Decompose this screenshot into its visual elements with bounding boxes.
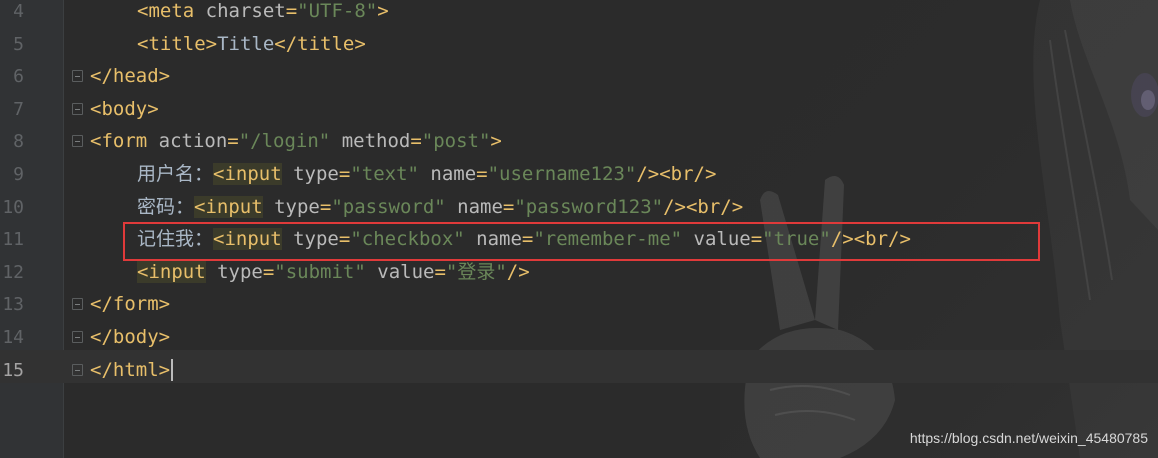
line-number: 12 — [2, 261, 24, 283]
line-number: 5 — [13, 33, 24, 55]
code-token-tag: = — [502, 195, 515, 218]
code-text[interactable]: <body> — [90, 93, 159, 126]
code-token-tag: <input — [213, 163, 282, 185]
code-text[interactable]: 密码：<input type="password" name="password… — [137, 191, 743, 224]
code-token-tag: </head> — [90, 65, 171, 88]
code-token-attr: value — [365, 260, 435, 283]
code-token-attr: name — [445, 195, 503, 218]
code-text[interactable]: <form action="/login" method="post"> — [90, 125, 502, 158]
code-token-val: "username123" — [487, 163, 637, 185]
line-number: 11 — [2, 229, 24, 251]
line-number: 4 — [13, 1, 24, 22]
line-number: 14 — [2, 327, 24, 348]
code-token-tag: </html> — [90, 358, 171, 381]
code-text[interactable]: </head> — [90, 60, 170, 93]
code-token-tag: /><br/> — [663, 195, 744, 218]
line-number: 8 — [13, 131, 24, 153]
code-token-val: "text" — [350, 163, 419, 185]
code-token-tag: > — [490, 130, 502, 153]
code-token-attr: type — [205, 260, 263, 283]
text-caret — [171, 359, 174, 382]
annotation-highlight-box — [123, 222, 1040, 261]
code-token-val: "UTF-8" — [297, 0, 378, 22]
code-token-tag: <input — [194, 195, 263, 218]
code-line[interactable]: 7 <body> — [0, 93, 1158, 126]
code-text[interactable]: <title>Title</title> — [137, 28, 366, 61]
code-token-val: "submit" — [274, 260, 366, 283]
line-number: 15 — [2, 359, 24, 381]
code-token-txt: 密码： — [137, 195, 195, 218]
code-token-tag: > — [377, 0, 389, 22]
code-line[interactable]: 15 </html> — [0, 354, 1158, 387]
code-line[interactable]: 6 </head> — [0, 60, 1158, 93]
code-token-tag: <body> — [90, 97, 159, 120]
fold-marker-icon[interactable] — [72, 363, 83, 376]
code-token-tag: <meta — [137, 0, 206, 22]
fold-marker-icon[interactable] — [72, 70, 83, 83]
code-token-tag: <form — [90, 130, 159, 153]
code-text[interactable]: </form> — [90, 288, 170, 321]
code-line[interactable]: 5 <title>Title</title> — [0, 28, 1158, 61]
line-number: 13 — [2, 294, 24, 316]
code-token-tag: = — [285, 0, 298, 22]
watermark-text: https://blog.csdn.net/weixin_45480785 — [909, 430, 1148, 446]
code-token-txt: 用户名： — [137, 163, 214, 185]
code-token-txt: Title — [217, 32, 275, 55]
fold-marker-icon[interactable] — [72, 102, 83, 115]
code-token-attr: method — [330, 130, 411, 153]
code-text[interactable]: </body> — [90, 321, 170, 354]
code-token-val: "post" — [421, 130, 491, 153]
line-number: 10 — [2, 196, 24, 218]
code-token-val: "password123" — [514, 195, 664, 218]
code-token-attr: type — [262, 195, 320, 218]
line-number: 7 — [13, 98, 24, 120]
line-number: 9 — [13, 164, 24, 185]
code-text[interactable]: 用户名：<input type="text" name="username123… — [137, 158, 716, 191]
code-token-tag: <input — [137, 260, 206, 283]
code-token-tag: </body> — [90, 326, 171, 348]
code-token-tag: <title> — [137, 32, 218, 55]
fold-marker-icon[interactable] — [72, 135, 83, 148]
code-text[interactable]: </html> — [90, 354, 174, 387]
code-token-tag: </title> — [274, 32, 366, 55]
code-line[interactable]: 10 密码：<input type="password" name="passwo… — [0, 191, 1158, 224]
code-token-attr: charset — [205, 0, 286, 22]
code-token-tag: = — [434, 260, 446, 283]
code-token-val: "password" — [331, 195, 446, 218]
fold-marker-icon[interactable] — [72, 331, 83, 343]
code-token-attr: type — [281, 163, 339, 185]
fold-marker-icon[interactable] — [72, 298, 83, 311]
code-token-attr: action — [158, 130, 228, 153]
code-token-tag: = — [262, 260, 275, 283]
code-line[interactable]: 14 </body> — [0, 321, 1158, 354]
code-token-tag: = — [410, 130, 422, 153]
code-token-val: "登录" — [445, 260, 507, 283]
code-text[interactable]: <meta charset="UTF-8"> — [137, 0, 389, 28]
code-line[interactable]: 8 <form action="/login" method="post"> — [0, 125, 1158, 158]
code-line[interactable]: 13 </form> — [0, 288, 1158, 321]
code-token-tag: </form> — [90, 293, 171, 316]
code-token-tag: = — [227, 130, 239, 153]
code-token-val: "/login" — [238, 130, 331, 153]
code-token-tag: = — [338, 163, 351, 185]
code-token-tag: /><br/> — [636, 163, 717, 185]
code-token-tag: = — [476, 163, 488, 185]
code-token-tag: /> — [506, 260, 530, 283]
code-token-tag: = — [319, 195, 332, 218]
code-token-attr: name — [418, 163, 477, 185]
code-line[interactable]: 9 用户名：<input type="text" name="username12… — [0, 158, 1158, 191]
line-number: 6 — [13, 66, 24, 88]
code-editor[interactable]: 4 <meta charset="UTF-8"> 5 <title>Title</ti… — [0, 0, 1158, 458]
code-line[interactable]: 4 <meta charset="UTF-8"> — [0, 0, 1158, 28]
